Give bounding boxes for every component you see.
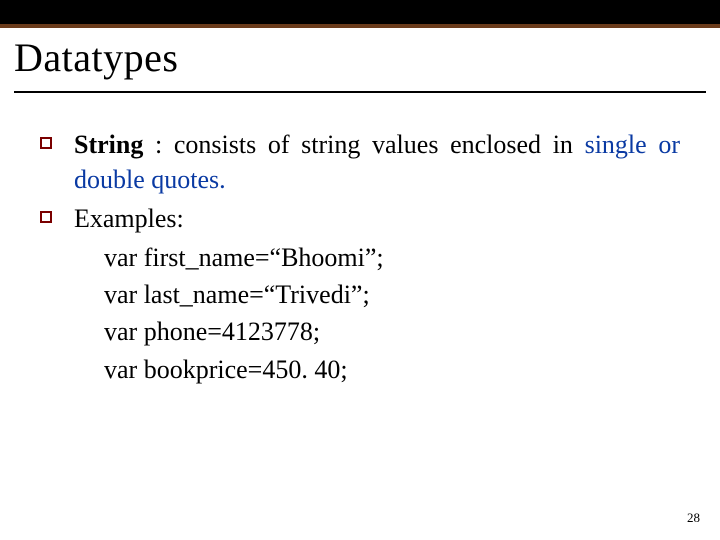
code-line: var bookprice=450. 40;: [104, 352, 680, 387]
examples-label: Examples:: [74, 204, 184, 233]
page-number: 28: [687, 510, 700, 526]
slide-title: Datatypes: [14, 34, 706, 81]
title-top-band: [0, 0, 720, 28]
slide: Datatypes String : consists of string va…: [0, 0, 720, 540]
code-line: var phone=4123778;: [104, 314, 680, 349]
separator: :: [143, 130, 174, 159]
examples-list: var first_name=“Bhoomi”; var last_name=“…: [104, 240, 680, 386]
datatype-name: String: [74, 130, 143, 159]
code-line: var last_name=“Trivedi”;: [104, 277, 680, 312]
bullet-square-icon: [40, 211, 52, 223]
bullet-body: String : consists of string values enclo…: [74, 127, 680, 197]
bullet-text: consists of string values enclosed in: [174, 130, 585, 159]
bullet-body: Examples:: [74, 201, 680, 236]
code-line: var first_name=“Bhoomi”;: [104, 240, 680, 275]
title-block: Datatypes: [0, 28, 720, 85]
content-area: String : consists of string values enclo…: [0, 93, 720, 387]
bullet-item: Examples:: [40, 201, 680, 236]
bullet-item: String : consists of string values enclo…: [40, 127, 680, 197]
bullet-square-icon: [40, 137, 52, 149]
